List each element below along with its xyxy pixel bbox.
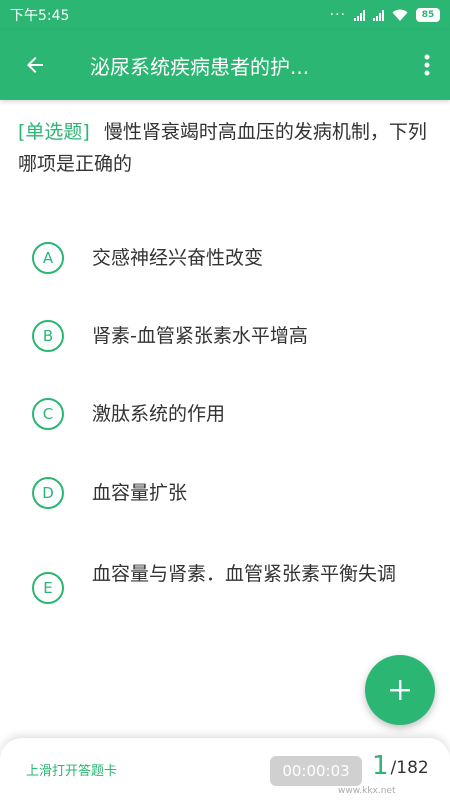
question-stem: [单选题] 慢性肾衰竭时高血压的发病机制，下列哪项是正确的: [18, 116, 438, 180]
question-progress: 1 /182: [372, 752, 429, 780]
option-c[interactable]: C 激肽系统的作用: [32, 398, 432, 430]
option-text-d: 血容量扩张: [92, 482, 188, 504]
option-text-e: 血容量与肾素．血管紧张素平衡失调: [92, 563, 397, 585]
option-e[interactable]: E 血容量与肾素．血管紧张素平衡失调: [32, 558, 432, 604]
total-questions: /182: [390, 758, 429, 778]
timer-badge: 00:00:03: [270, 756, 362, 786]
option-a[interactable]: A 交感神经兴奋性改变: [32, 242, 432, 274]
watermark-text: www.kkx.net: [338, 786, 396, 796]
option-text-a: 交感神经兴奋性改变: [92, 247, 264, 269]
question-type-label: [单选题]: [18, 121, 90, 143]
wifi-icon: [392, 9, 408, 21]
current-question-number: 1: [372, 751, 389, 781]
signal-hd-icon: [354, 9, 365, 21]
option-d[interactable]: D 血容量扩张: [32, 477, 432, 509]
more-menu-button[interactable]: [404, 30, 450, 100]
option-letter-e: E: [32, 572, 64, 604]
app-bar: 泌尿系统疾病患者的护...: [0, 30, 450, 100]
option-letter-b: B: [32, 320, 64, 352]
signal-icon: [373, 9, 384, 21]
option-text-b: 肾素-血管紧张素水平增高: [92, 325, 308, 347]
plus-icon: [390, 680, 410, 700]
back-button[interactable]: [0, 30, 70, 100]
status-bar: 下午5:45 ··· 85: [0, 0, 450, 30]
swipe-up-hint[interactable]: 上滑打开答题卡: [26, 760, 117, 779]
more-notifications-icon: ···: [329, 7, 346, 23]
option-b[interactable]: B 肾素-血管紧张素水平增高: [32, 320, 432, 352]
status-time: 下午5:45: [10, 8, 70, 24]
page-title: 泌尿系统疾病患者的护...: [90, 54, 310, 79]
arrow-left-icon: [27, 57, 43, 73]
battery-icon: 85: [416, 8, 440, 22]
option-letter-d: D: [32, 477, 64, 509]
add-button[interactable]: [365, 655, 435, 725]
more-vertical-icon: [424, 54, 430, 76]
option-text-c: 激肽系统的作用: [92, 403, 226, 425]
status-icons: ··· 85: [330, 7, 440, 23]
option-letter-c: C: [32, 398, 64, 430]
option-letter-a: A: [32, 242, 64, 274]
